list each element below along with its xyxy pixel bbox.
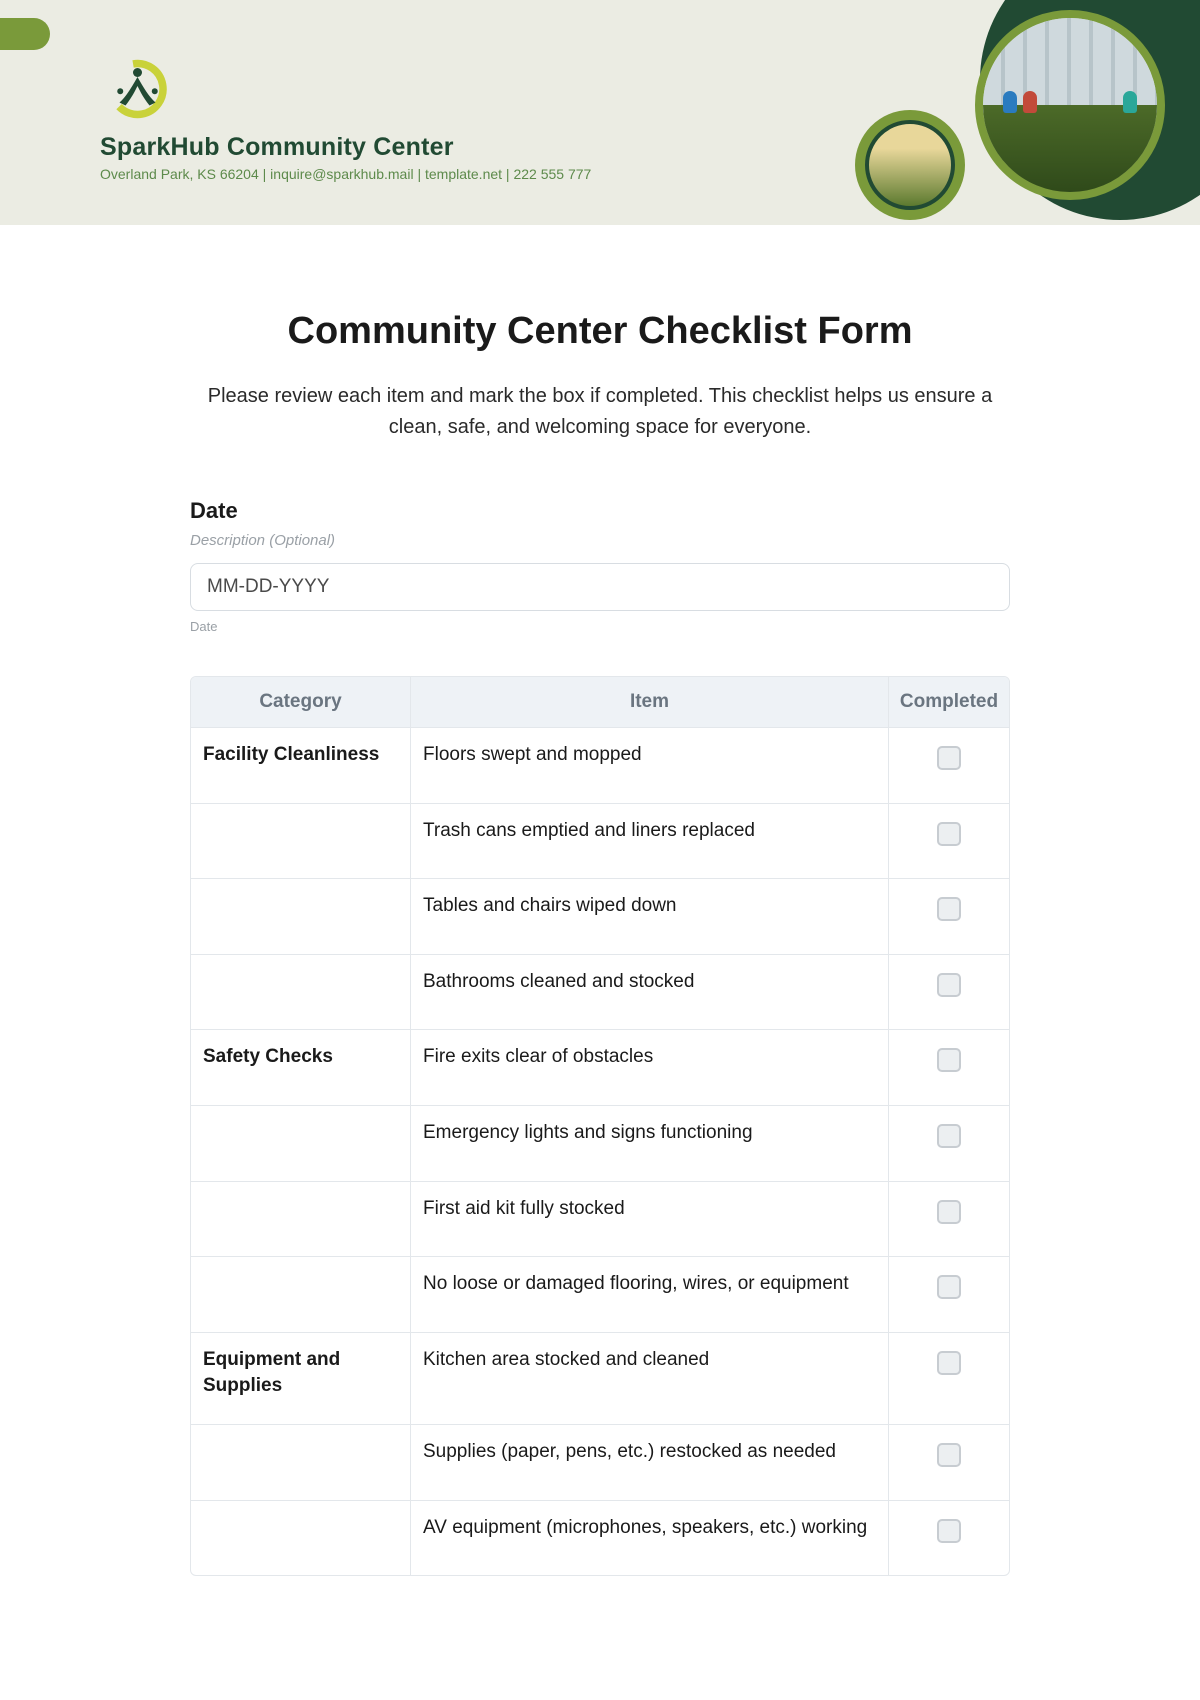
cell-completed (889, 1030, 1009, 1106)
form-intro: Please review each item and mark the box… (190, 381, 1010, 443)
table-row: First aid kit fully stocked (191, 1182, 1009, 1258)
checkbox[interactable] (937, 746, 961, 770)
hero-photo-small-ring (855, 110, 965, 220)
cell-completed (889, 1106, 1009, 1182)
org-name: SparkHub Community Center (100, 133, 591, 162)
cell-category (191, 1501, 411, 1576)
table-row: Facility CleanlinessFloors swept and mop… (191, 728, 1009, 804)
checkbox[interactable] (937, 1275, 961, 1299)
cell-completed (889, 1182, 1009, 1258)
checkbox[interactable] (937, 973, 961, 997)
checkbox[interactable] (937, 1351, 961, 1375)
col-header-category: Category (191, 677, 411, 728)
hero-photo-small (865, 120, 955, 210)
cell-category (191, 1182, 411, 1258)
cell-category (191, 1425, 411, 1501)
cell-item: Trash cans emptied and liners replaced (411, 804, 889, 880)
org-contact-line: Overland Park, KS 66204 | inquire@sparkh… (100, 166, 591, 182)
cell-completed (889, 728, 1009, 804)
table-row: Tables and chairs wiped down (191, 879, 1009, 955)
col-header-item: Item (411, 677, 889, 728)
table-row: Equipment and SuppliesKitchen area stock… (191, 1333, 1009, 1425)
checkbox[interactable] (937, 822, 961, 846)
brand-block: SparkHub Community Center Overland Park,… (100, 50, 591, 182)
cell-item: Fire exits clear of obstacles (411, 1030, 889, 1106)
table-row: Emergency lights and signs functioning (191, 1106, 1009, 1182)
date-sublabel: Date (190, 619, 1010, 634)
org-logo-icon (100, 50, 175, 125)
hero-photo-large (975, 10, 1165, 200)
cell-completed (889, 1333, 1009, 1425)
checkbox[interactable] (937, 1200, 961, 1224)
cell-completed (889, 1257, 1009, 1333)
cell-completed (889, 955, 1009, 1031)
cell-category (191, 1257, 411, 1333)
date-label: Date (190, 498, 1010, 524)
checkbox[interactable] (937, 1443, 961, 1467)
cell-item: No loose or damaged flooring, wires, or … (411, 1257, 889, 1333)
cell-completed (889, 1501, 1009, 1576)
cell-completed (889, 879, 1009, 955)
form-title: Community Center Checklist Form (190, 310, 1010, 353)
cell-item: Bathrooms cleaned and stocked (411, 955, 889, 1031)
table-row: Bathrooms cleaned and stocked (191, 955, 1009, 1031)
table-row: Supplies (paper, pens, etc.) restocked a… (191, 1425, 1009, 1501)
cell-category (191, 955, 411, 1031)
cell-item: Floors swept and mopped (411, 728, 889, 804)
date-description: Description (Optional) (190, 532, 1010, 549)
cell-category: Facility Cleanliness (191, 728, 411, 804)
decorative-pill (0, 18, 50, 50)
cell-completed (889, 804, 1009, 880)
table-row: AV equipment (microphones, speakers, etc… (191, 1501, 1009, 1576)
checkbox[interactable] (937, 1519, 961, 1543)
table-row: No loose or damaged flooring, wires, or … (191, 1257, 1009, 1333)
table-row: Safety ChecksFire exits clear of obstacl… (191, 1030, 1009, 1106)
form-content: Community Center Checklist Form Please r… (190, 310, 1010, 1576)
cell-category: Equipment and Supplies (191, 1333, 411, 1425)
col-header-completed: Completed (889, 677, 1009, 728)
letterhead: SparkHub Community Center Overland Park,… (0, 0, 1200, 225)
checkbox[interactable] (937, 1048, 961, 1072)
cell-item: AV equipment (microphones, speakers, etc… (411, 1501, 889, 1576)
cell-completed (889, 1425, 1009, 1501)
cell-category (191, 804, 411, 880)
checkbox[interactable] (937, 1124, 961, 1148)
cell-category (191, 879, 411, 955)
cell-category: Safety Checks (191, 1030, 411, 1106)
checkbox[interactable] (937, 897, 961, 921)
table-row: Trash cans emptied and liners replaced (191, 804, 1009, 880)
cell-category (191, 1106, 411, 1182)
cell-item: Kitchen area stocked and cleaned (411, 1333, 889, 1425)
cell-item: Supplies (paper, pens, etc.) restocked a… (411, 1425, 889, 1501)
checklist-table: Category Item Completed Facility Cleanli… (190, 676, 1010, 1576)
date-input[interactable] (190, 563, 1010, 611)
date-field-group: Date Description (Optional) Date (190, 498, 1010, 634)
cell-item: First aid kit fully stocked (411, 1182, 889, 1258)
cell-item: Tables and chairs wiped down (411, 879, 889, 955)
cell-item: Emergency lights and signs functioning (411, 1106, 889, 1182)
